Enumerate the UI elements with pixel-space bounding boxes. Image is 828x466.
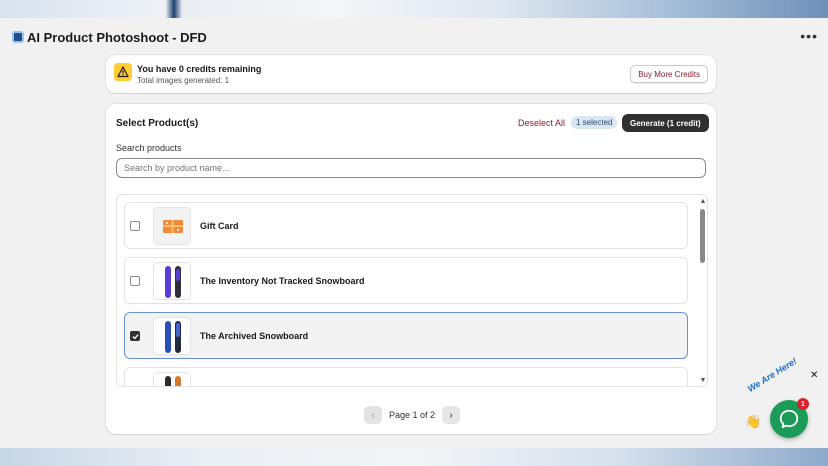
credits-subtitle: Total images generated: 1 [137,76,230,85]
close-icon[interactable]: ✕ [810,370,818,381]
product-list[interactable]: Gift Card The Inventory Not Tracked Snow… [116,194,708,387]
chat-unread-badge: 1 [797,398,809,410]
selected-count-badge: 1 selected [571,116,618,129]
product-item-inventory-snowboard[interactable]: The Inventory Not Tracked Snowboard [124,257,688,304]
deselect-all-button[interactable]: Deselect All [518,118,565,128]
search-input[interactable] [116,158,706,178]
chat-callout-text: We Are Here! [745,355,799,394]
credits-banner: You have 0 credits remaining Total image… [106,55,716,93]
pagination: ‹ Page 1 of 2 › [364,406,461,424]
app-title: AI Product Photoshoot - DFD [27,29,207,45]
product-checkbox[interactable] [130,386,140,387]
product-name: The Archived Snowboard [200,331,309,341]
search-label: Search products [116,143,182,153]
generate-button[interactable]: Generate (1 credit) [622,114,709,132]
scroll-down-arrow-icon[interactable]: ▼ [699,376,707,384]
browser-top-strip [0,0,828,18]
warning-icon [114,63,132,81]
scrollbar-thumb[interactable] [700,209,705,263]
chat-bubble-icon [779,409,799,429]
product-selection-card: Select Product(s) Deselect All 1 selecte… [106,104,716,434]
previous-page-button[interactable]: ‹ [364,406,382,424]
next-page-button[interactable]: › [442,406,461,424]
buy-credits-button[interactable]: Buy More Credits [630,65,708,83]
credits-title: You have 0 credits remaining [137,64,262,74]
chevron-left-icon: ‹ [371,409,375,421]
product-thumbnail [153,262,191,300]
product-item-archived-snowboard[interactable]: The Archived Snowboard [124,312,688,359]
chat-widget: ✕ We Are Here! 👋 1 [745,356,828,440]
product-item-partial[interactable] [124,367,688,387]
app-header: AI Product Photoshoot - DFD ••• [0,18,828,56]
product-item-gift-card[interactable]: Gift Card [124,202,688,249]
product-thumbnail [153,317,191,355]
page-indicator: Page 1 of 2 [389,410,436,420]
scroll-up-arrow-icon[interactable]: ▲ [699,197,707,205]
product-name: The Inventory Not Tracked Snowboard [200,276,365,286]
waving-hand-icon: 👋 [745,414,762,429]
product-thumbnail [153,207,191,245]
app-logo-icon [12,31,24,43]
product-checkbox[interactable] [130,221,140,231]
product-checkbox[interactable] [130,276,140,286]
section-title: Select Product(s) [116,118,199,129]
chevron-right-icon: › [449,409,453,421]
ellipsis-icon[interactable]: ••• [800,29,818,43]
product-thumbnail [153,372,191,386]
browser-bottom-strip [0,448,828,466]
product-name: Gift Card [200,221,239,231]
product-checkbox-checked[interactable] [130,331,140,341]
